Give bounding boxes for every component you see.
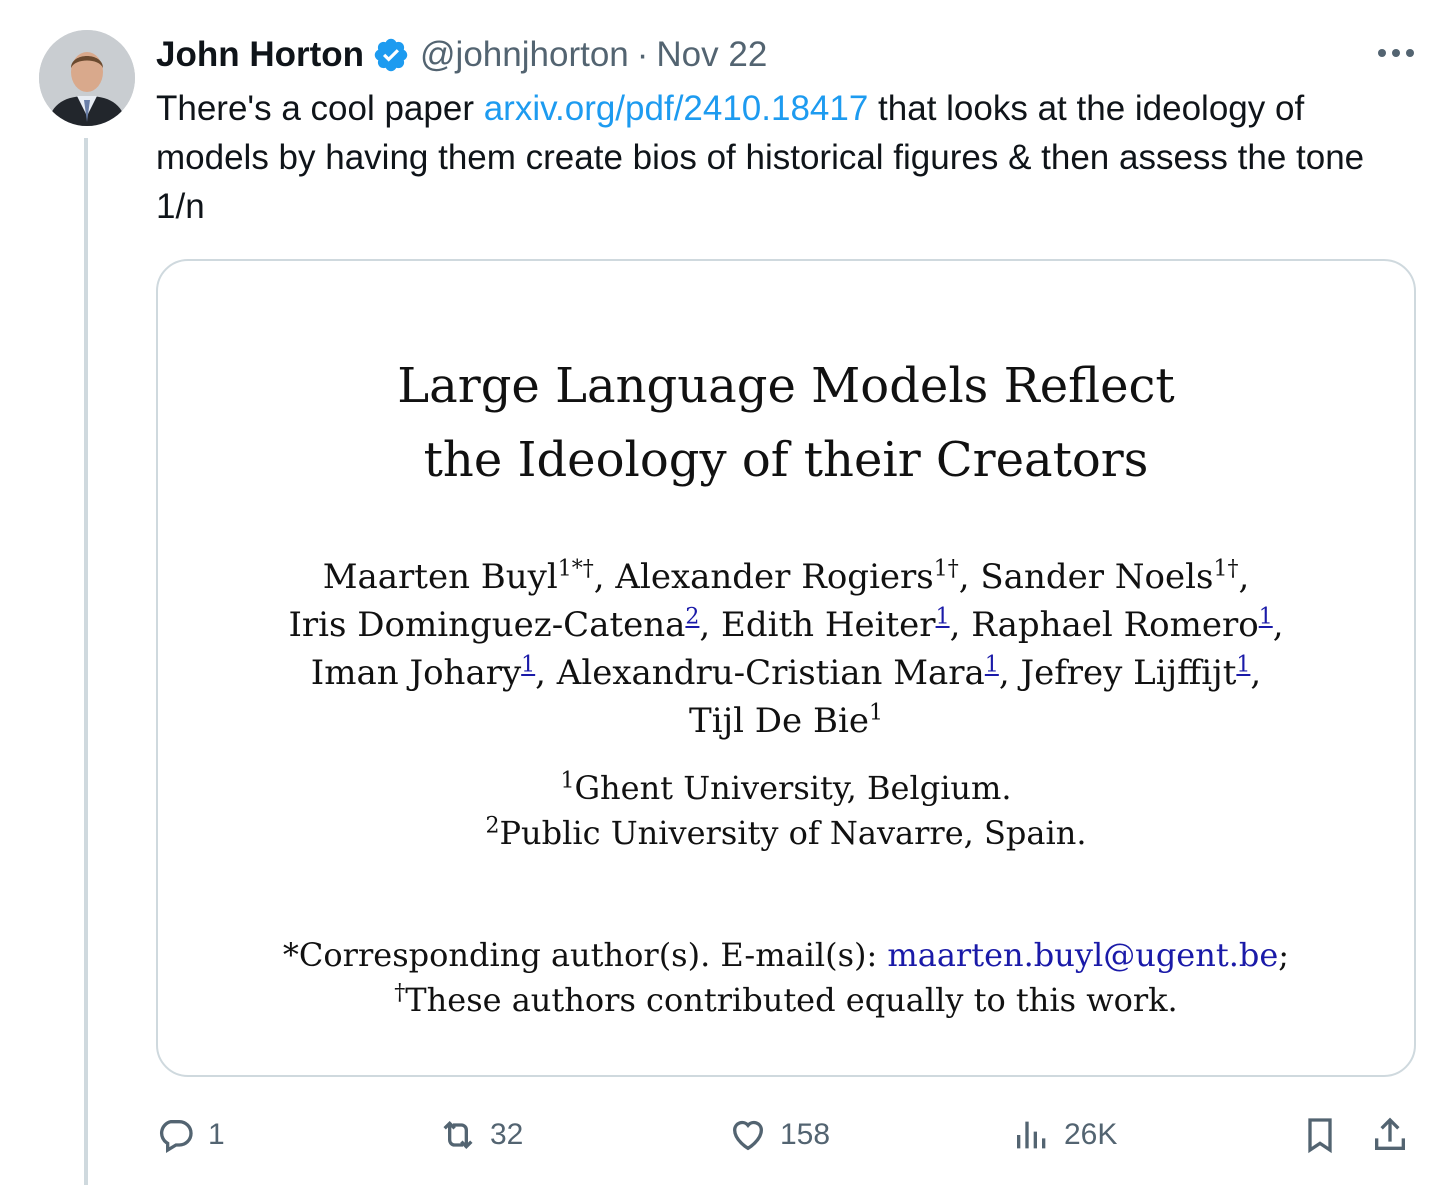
views-icon: [1017, 1121, 1046, 1149]
author-separator: ,: [1238, 557, 1250, 597]
corresponding-email: maarten.buyl@ugent.be: [887, 936, 1279, 974]
like-count: 158: [780, 1118, 831, 1151]
author-affiliation-mark: 1†: [933, 556, 959, 582]
author-name: Iris Dominguez-Catena: [288, 605, 686, 645]
verified-badge-icon: [374, 38, 408, 72]
more-icon[interactable]: [1372, 38, 1420, 68]
author-separator: ,: [1250, 653, 1262, 693]
paper-equal-contribution-note: †These authors contributed equally to th…: [158, 978, 1414, 1023]
paper-affiliation-1: 1Ghent University, Belgium.: [158, 766, 1414, 811]
paper-image: Large Language Models Reflect the Ideolo…: [158, 261, 1414, 1075]
author-separator: ,: [1272, 605, 1284, 645]
author-name: Edith Heiter: [721, 605, 936, 645]
author-name: Sander Noels: [980, 557, 1214, 597]
share-button[interactable]: [1370, 1110, 1422, 1160]
retweet-icon: [443, 1120, 473, 1150]
corresponding-suffix: ;: [1278, 936, 1290, 974]
author-separator: ,: [958, 557, 981, 597]
paper-title-line-1: Large Language Models Reflect: [397, 358, 1175, 414]
paper-affiliation-2: 2Public University of Navarre, Spain.: [158, 811, 1414, 856]
reply-button[interactable]: 1: [156, 1110, 225, 1160]
author-separator: ,: [949, 605, 972, 645]
author-affiliation-mark: 1: [935, 604, 950, 630]
author-name: Maarten Buyl: [322, 557, 558, 597]
tweet-header: John Horton @johnjhorton · Nov 22: [156, 30, 767, 80]
author-name: Alexander Rogiers: [615, 557, 934, 597]
media-card[interactable]: Large Language Models Reflect the Ideolo…: [156, 259, 1416, 1077]
author-affiliation-mark: 1: [1236, 652, 1251, 678]
bookmark-button[interactable]: [1300, 1110, 1352, 1160]
paper-title-line-2: the Ideology of their Creators: [423, 432, 1149, 488]
reply-count: 1: [208, 1118, 225, 1151]
retweet-button[interactable]: 32: [438, 1110, 523, 1160]
author-affiliation-mark: 1: [521, 652, 536, 678]
author-line: Maarten Buyl1*†, Alexander Rogiers1†, Sa…: [158, 553, 1414, 601]
thread-line: [84, 138, 88, 1185]
avatar[interactable]: [39, 30, 135, 126]
paper-link[interactable]: arxiv.org/pdf/2410.18417: [484, 89, 869, 128]
views-count: 26K: [1064, 1118, 1118, 1151]
reply-icon: [159, 1120, 193, 1153]
corresponding-prefix: *Corresponding author(s). E-mail(s):: [282, 936, 888, 974]
avatar-photo: [39, 30, 135, 126]
author-affiliation-mark: 1†: [1213, 556, 1239, 582]
author-separator: ,: [593, 557, 616, 597]
affiliation-2-text: Public University of Navarre, Spain.: [499, 814, 1087, 852]
author-affiliation-mark: 1: [1258, 604, 1273, 630]
bookmark-icon: [1308, 1118, 1332, 1154]
equal-note-text: These authors contributed equally to thi…: [405, 981, 1178, 1019]
tweet-date[interactable]: Nov 22: [656, 35, 767, 75]
author-line: Tijl De Bie1: [158, 697, 1414, 745]
author-name: Tijl De Bie: [689, 701, 869, 741]
share-icon: [1375, 1117, 1405, 1150]
author-name: Iman Johary: [310, 653, 522, 693]
paper-authors: Maarten Buyl1*†, Alexander Rogiers1†, Sa…: [158, 553, 1414, 745]
heart-icon: [732, 1120, 764, 1151]
author-line: Iman Johary1, Alexandru-Cristian Mara1, …: [158, 649, 1414, 697]
affiliation-1-text: Ghent University, Belgium.: [574, 769, 1012, 807]
author-separator: ,: [998, 653, 1021, 693]
paper-corresponding-note: *Corresponding author(s). E-mail(s): maa…: [158, 933, 1414, 978]
action-bar: 1 32 158 26K: [156, 1110, 1420, 1160]
like-button[interactable]: 158: [728, 1110, 830, 1160]
views-button[interactable]: 26K: [1012, 1110, 1117, 1160]
equal-mark: †: [394, 980, 406, 1006]
author-name: Jefrey Lijffijt: [1020, 653, 1237, 693]
author-name: Raphael Romero: [971, 605, 1259, 645]
retweet-count: 32: [490, 1118, 524, 1151]
author-affiliation-mark: 1*†: [557, 556, 594, 582]
author-line: Iris Dominguez-Catena2, Edith Heiter1, R…: [158, 601, 1414, 649]
affiliation-1-mark: 1: [560, 768, 575, 794]
author-separator: ,: [535, 653, 557, 693]
affiliation-2-mark: 2: [485, 813, 500, 839]
author-affiliation-mark: 1: [868, 700, 883, 726]
author-affiliation-mark: 1: [984, 652, 999, 678]
author-affiliation-mark: 2: [685, 604, 700, 630]
author-handle[interactable]: @johnjhorton: [420, 35, 629, 75]
tweet-text: There's a cool paper arxiv.org/pdf/2410.…: [156, 84, 1406, 231]
tweet-text-before: There's a cool paper: [156, 89, 484, 128]
author-name[interactable]: John Horton: [156, 35, 364, 75]
author-name: Alexandru-Cristian Mara: [556, 653, 985, 693]
author-separator: ,: [699, 605, 722, 645]
separator-dot: ·: [636, 35, 649, 74]
